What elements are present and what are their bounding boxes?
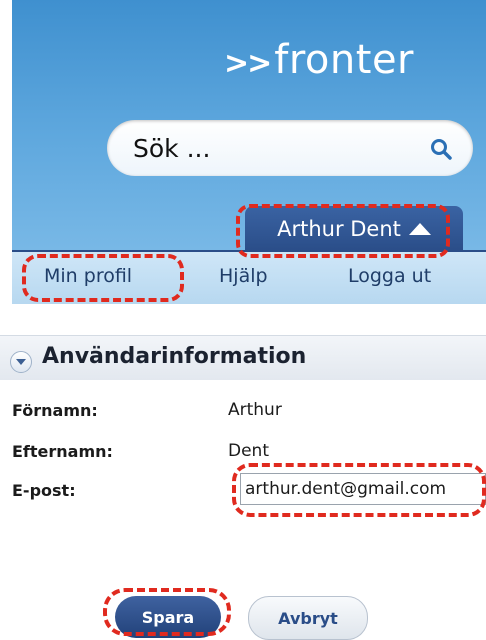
save-button[interactable]: Spara (115, 596, 221, 638)
first-name-value: Arthur (228, 400, 282, 420)
nav-logout[interactable]: Logga ut (348, 265, 431, 287)
search-input[interactable] (107, 132, 405, 164)
first-name-label: Förnamn: (12, 401, 98, 420)
user-menu-tab[interactable]: Arthur Dent (245, 206, 463, 252)
last-name-value: Dent (228, 441, 269, 461)
email-label: E-post: (12, 481, 76, 500)
search-box (107, 120, 473, 176)
triangle-up-icon (408, 223, 431, 235)
fronter-logo[interactable]: >> fronter (224, 40, 414, 80)
section-header: Användarinformation (0, 335, 486, 380)
logo-text: fronter (274, 37, 414, 83)
section-title: Användarinformation (42, 344, 307, 369)
last-name-label: Efternamn: (12, 442, 113, 461)
email-field[interactable] (240, 473, 486, 505)
logo-arrows-icon: >> (224, 46, 272, 81)
cancel-button[interactable]: Avbryt (248, 596, 368, 640)
header: >>fronter Arthur Dent (12, 0, 486, 252)
nav-help[interactable]: Hjälp (219, 265, 268, 287)
collapse-toggle-icon[interactable] (10, 351, 32, 373)
top-navbar: Min profil Hjälp Logga ut (12, 250, 486, 304)
user-name: Arthur Dent (277, 217, 401, 241)
nav-my-profile[interactable]: Min profil (44, 265, 132, 287)
search-icon[interactable] (429, 137, 453, 161)
